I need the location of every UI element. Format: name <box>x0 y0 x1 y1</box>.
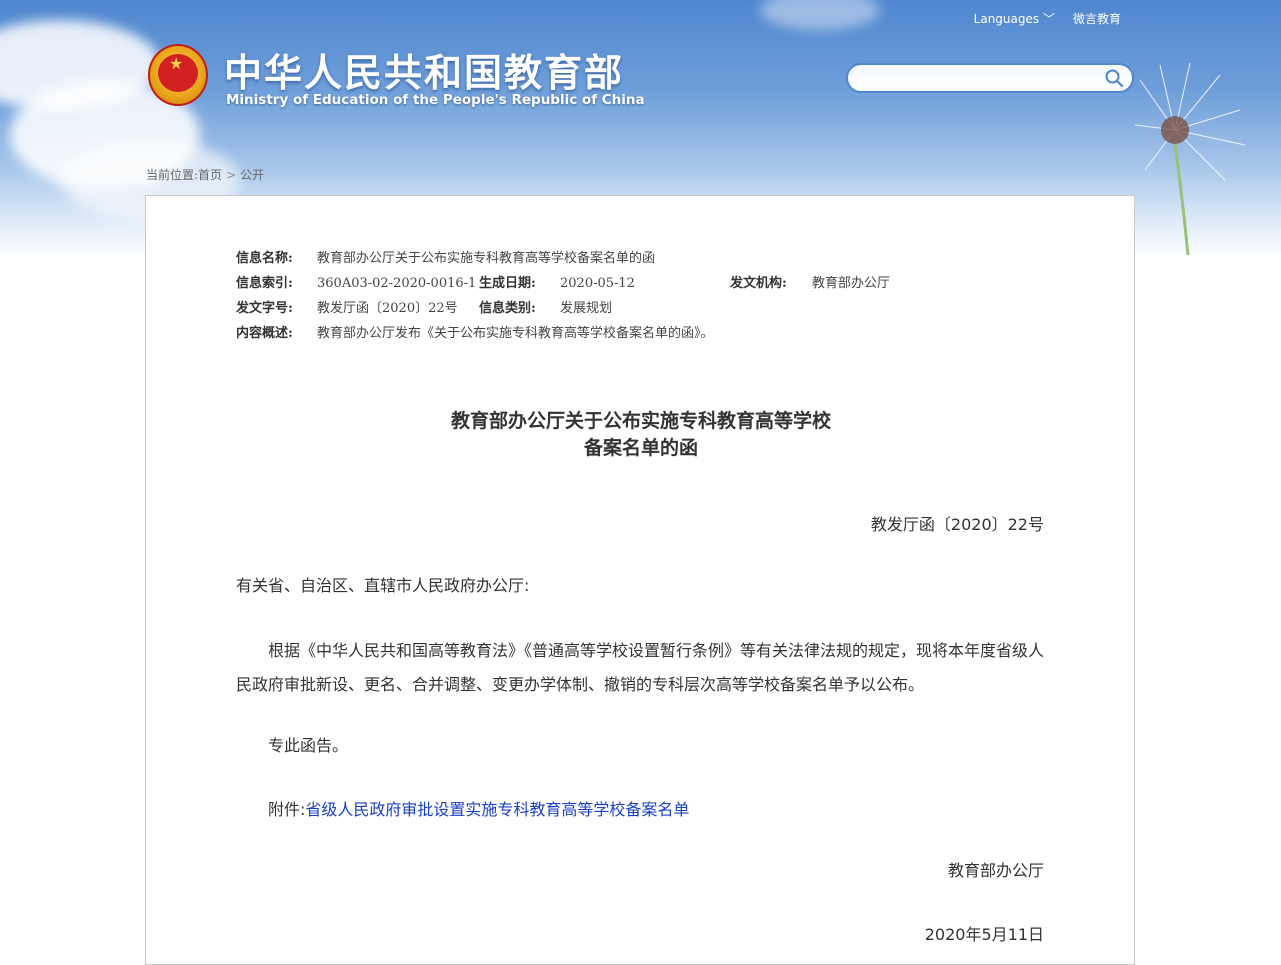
breadcrumb-prefix: 当前位置: <box>146 168 199 182</box>
languages-menu[interactable]: Languages ﹀ <box>974 10 1055 27</box>
document-number: 教发厅函〔2020〕22号 <box>870 515 1044 534</box>
breadcrumb-current-link[interactable]: 公开 <box>240 168 264 182</box>
attachment-link[interactable]: 省级人民政府审批设置实施专科教育高等学校备案名单 <box>305 800 689 819</box>
signature-date: 2020年5月11日 <box>924 925 1044 944</box>
meta-name-value: 教育部办公厅关于公布实施专科教育高等学校备案名单的函 <box>317 251 656 266</box>
star-icon: ★ <box>169 54 184 73</box>
meta-docno-value: 教发厅函〔2020〕22号 <box>317 301 458 316</box>
document-title-line1: 教育部办公厅关于公布实施专科教育高等学校 <box>450 410 831 432</box>
document-main-paragraph: 根据《中华人民共和国高等教育法》《普通高等学校设置暂行条例》等有关法律法规的规定… <box>236 641 1045 694</box>
search-input[interactable] <box>860 65 1104 93</box>
chevron-right-icon: > <box>226 168 237 182</box>
meta-category-value: 发展规划 <box>560 301 613 316</box>
attachment-label: 附件: <box>268 800 306 819</box>
signature-organization: 教育部办公厅 <box>947 861 1044 880</box>
search-box <box>846 63 1134 93</box>
document-attachment: 附件:省级人民政府审批设置实施专科教育高等学校备案名单 <box>236 793 1046 827</box>
meta-summary-label: 内容概述: <box>236 326 293 341</box>
header-top-links: Languages ﹀ 微言教育 <box>974 10 1121 27</box>
document-closing: 专此函告。 <box>268 736 349 755</box>
national-emblem-logo[interactable]: ★ <box>148 44 208 106</box>
breadcrumb: 当前位置:首页 > 公开 <box>146 166 264 183</box>
meta-docno-label: 发文字号: <box>236 301 293 316</box>
document-title: 教育部办公厅关于公布实施专科教育高等学校 备案名单的函 <box>146 408 1136 462</box>
site-title-en: Ministry of Education of the People's Re… <box>226 92 645 108</box>
meta-summary-value: 教育部办公厅发布《关于公布实施专科教育高等学校备案名单的函》。 <box>317 326 714 341</box>
meta-org-value: 教育部办公厅 <box>812 276 891 291</box>
breadcrumb-home-link[interactable]: 首页 <box>198 168 222 182</box>
chevron-down-icon: ﹀ <box>1042 12 1055 26</box>
meta-index-value: 360A03-02-2020-0016-1 <box>317 276 477 291</box>
document-title-line2: 备案名单的函 <box>583 437 698 459</box>
article-card: 信息名称: 教育部办公厅关于公布实施专科教育高等学校备案名单的函 信息索引: 3… <box>145 195 1135 965</box>
meta-name-label: 信息名称: <box>236 251 293 266</box>
cloud-decoration <box>760 0 880 30</box>
dandelion-decoration <box>1134 62 1246 255</box>
meta-date-value: 2020-05-12 <box>560 276 635 291</box>
document-addressee: 有关省、自治区、直辖市人民政府办公厅: <box>236 576 530 595</box>
site-title-cn[interactable]: 中华人民共和国教育部 <box>224 42 624 97</box>
languages-label: Languages <box>973 12 1040 26</box>
meta-date-label: 生成日期: <box>479 276 536 291</box>
meta-index-label: 信息索引: <box>236 276 293 291</box>
meta-category-label: 信息类别: <box>479 301 536 316</box>
weiyan-link[interactable]: 微言教育 <box>1073 10 1121 27</box>
meta-org-label: 发文机构: <box>730 276 787 291</box>
search-icon[interactable] <box>1104 68 1124 88</box>
